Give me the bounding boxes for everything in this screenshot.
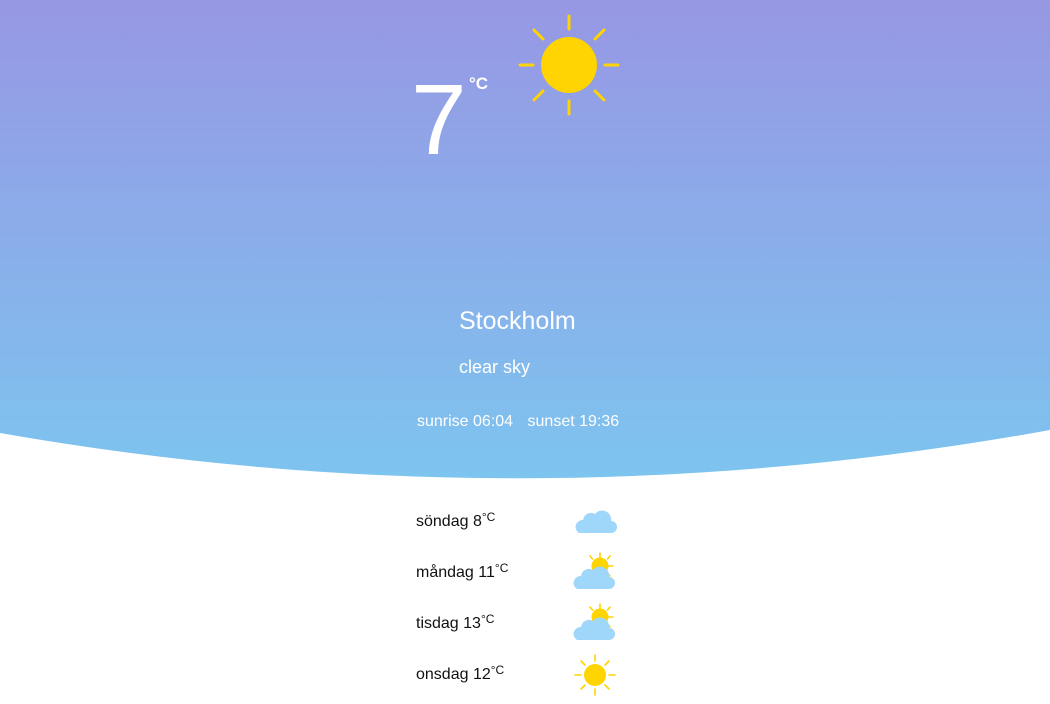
forecast-list: söndag 8°C måndag 11°C tisdag 13°C onsda… <box>416 500 626 704</box>
forecast-unit: °C <box>490 663 505 677</box>
sunset-time: sunset 19:36 <box>527 413 620 430</box>
sun-icon <box>574 654 616 696</box>
partly-cloudy-icon <box>573 552 615 589</box>
forecast-day-temp: onsdag 12°C <box>416 663 504 684</box>
forecast-temp: 11 <box>478 564 495 581</box>
weather-description: clear sky <box>459 357 531 377</box>
forecast-day: onsdag <box>416 666 469 683</box>
forecast-temp: 8 <box>472 513 482 530</box>
forecast-day-temp: måndag 11°C <box>416 561 508 582</box>
forecast-item: söndag 8°C <box>416 500 626 551</box>
forecast-day-temp: tisdag 13°C <box>416 612 494 633</box>
city-name: Stockholm <box>459 307 576 335</box>
forecast-day: söndag <box>416 513 469 530</box>
sunrise-time: sunrise 06:04 <box>417 413 514 430</box>
sun-times: sunrise 06:04 sunset 19:36 <box>417 413 619 431</box>
forecast-temp: 13 <box>463 615 481 632</box>
forecast-temp: 12 <box>472 666 491 683</box>
forecast-item: onsdag 12°C <box>416 653 626 704</box>
partly-cloudy-icon <box>573 603 615 640</box>
forecast-item: tisdag 13°C <box>416 602 626 653</box>
temperature-unit: °C <box>469 74 489 93</box>
forecast-item: måndag 11°C <box>416 551 626 602</box>
forecast-day-temp: söndag 8°C <box>416 510 495 531</box>
forecast-day: tisdag <box>416 615 459 632</box>
sun-icon <box>518 14 620 116</box>
forecast-unit: °C <box>494 561 509 575</box>
current-temperature: 7 °C <box>411 64 488 176</box>
forecast-unit: °C <box>481 510 496 524</box>
temperature-value: 7 <box>411 64 467 176</box>
forecast-day: måndag <box>416 564 474 581</box>
cloud-icon <box>575 510 617 533</box>
forecast-unit: °C <box>480 612 495 626</box>
